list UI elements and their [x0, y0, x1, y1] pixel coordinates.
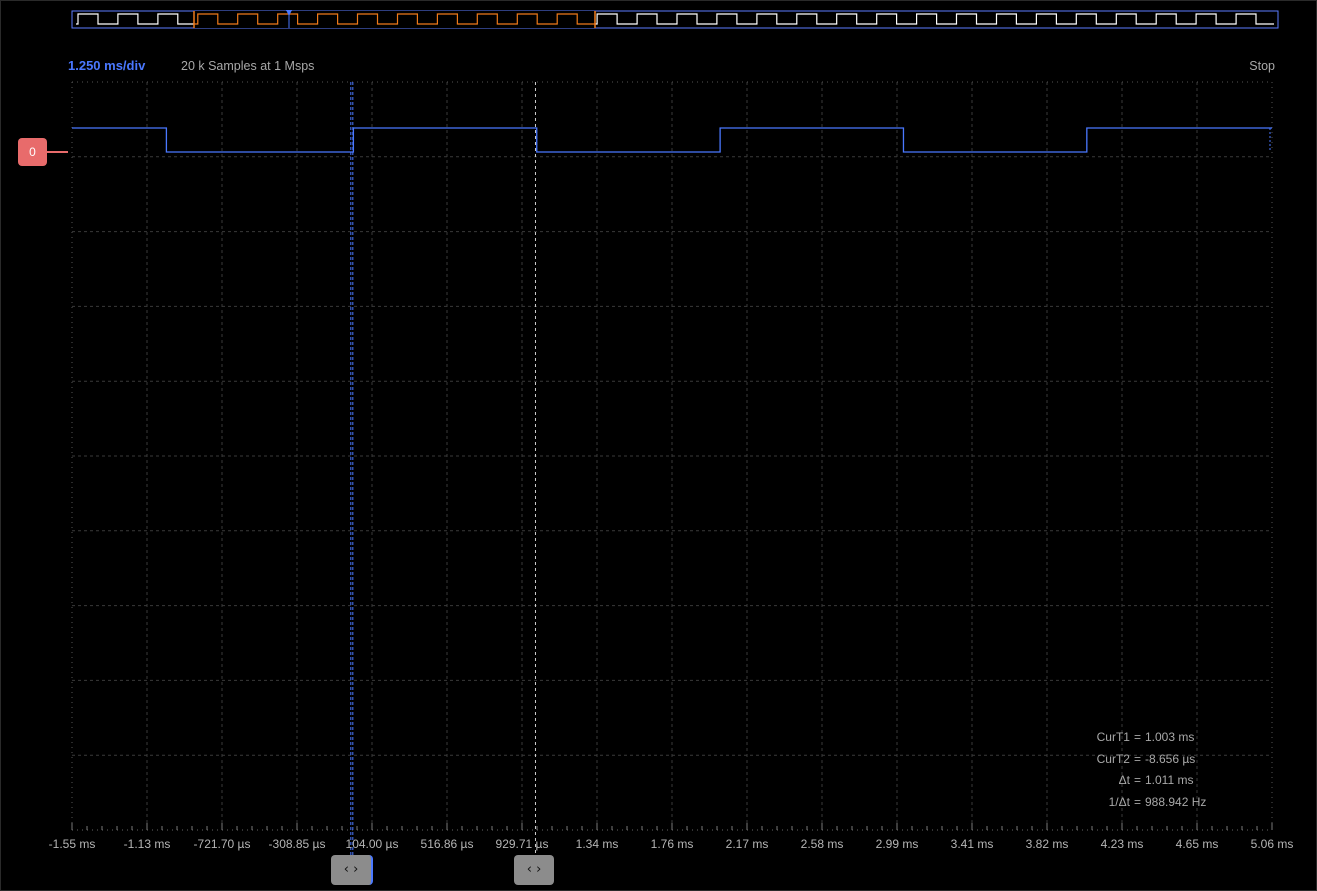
cursor-1-handle[interactable]: ‹ ›	[514, 855, 554, 885]
oscilloscope-view: 1.250 ms/div 20 k Samples at 1 Msps Stop…	[0, 0, 1317, 891]
samples-label: 20 k Samples at 1 Msps	[181, 59, 315, 73]
readout-label: Δt	[1118, 773, 1130, 787]
readout-value: 1.003 ms	[1145, 730, 1195, 744]
equals-sign: =	[1133, 773, 1141, 787]
x-tick-label: 3.82 ms	[1025, 837, 1069, 851]
x-tick-label: 929.71 µs	[495, 837, 549, 851]
x-tick-label: -1.55 ms	[48, 837, 96, 851]
x-tick-label: 104.00 µs	[345, 837, 399, 851]
x-tick-label: 3.41 ms	[950, 837, 994, 851]
x-tick-label: 1.76 ms	[650, 837, 694, 851]
x-tick-label: 2.99 ms	[875, 837, 919, 851]
timebase-label[interactable]: 1.250 ms/div	[68, 58, 145, 73]
cursor-readout: CurT1 = 1.003 ms CurT2 = -8.656 µs Δt = 1.011 …	[1097, 727, 1231, 813]
readout-value: 988.942 Hz	[1145, 794, 1207, 809]
readout-row-frequency: 1/Δt = 988.942 Hz	[1097, 792, 1231, 814]
readout-value: -8.656 µs	[1145, 751, 1196, 766]
x-tick-label: 1.34 ms	[575, 837, 619, 851]
equals-sign: =	[1133, 794, 1141, 809]
x-tick-label: 4.65 ms	[1175, 837, 1219, 851]
cursor-2-handle[interactable]: ‹ ›	[331, 855, 373, 885]
x-tick-label: 516.86 µs	[420, 837, 474, 851]
readout-label: 1/Δt	[1108, 794, 1130, 809]
x-tick-label: -1.13 ms	[123, 837, 171, 851]
readout-label: CurT1	[1096, 730, 1130, 744]
readout-row-delta-t: Δt = 1.011 ms	[1097, 770, 1231, 792]
run-state-label[interactable]: Stop	[1249, 59, 1275, 73]
readout-row-curt1: CurT1 = 1.003 ms	[1097, 727, 1231, 749]
readout-value: 1.011 ms	[1145, 773, 1194, 787]
equals-sign: =	[1133, 730, 1141, 744]
x-tick-label: 2.17 ms	[725, 837, 769, 851]
x-tick-label: -308.85 µs	[268, 837, 326, 851]
x-tick-label: 2.58 ms	[800, 837, 844, 851]
readout-row-curt2: CurT2 = -8.656 µs	[1097, 749, 1231, 771]
readout-label: CurT2	[1096, 751, 1130, 766]
channel-0-marker-line	[47, 151, 68, 153]
x-tick-label: 5.06 ms	[1250, 837, 1294, 851]
x-tick-label: -721.70 µs	[193, 837, 251, 851]
channel-0-marker[interactable]: 0	[18, 138, 47, 166]
equals-sign: =	[1133, 751, 1141, 766]
x-tick-label: 4.23 ms	[1100, 837, 1144, 851]
